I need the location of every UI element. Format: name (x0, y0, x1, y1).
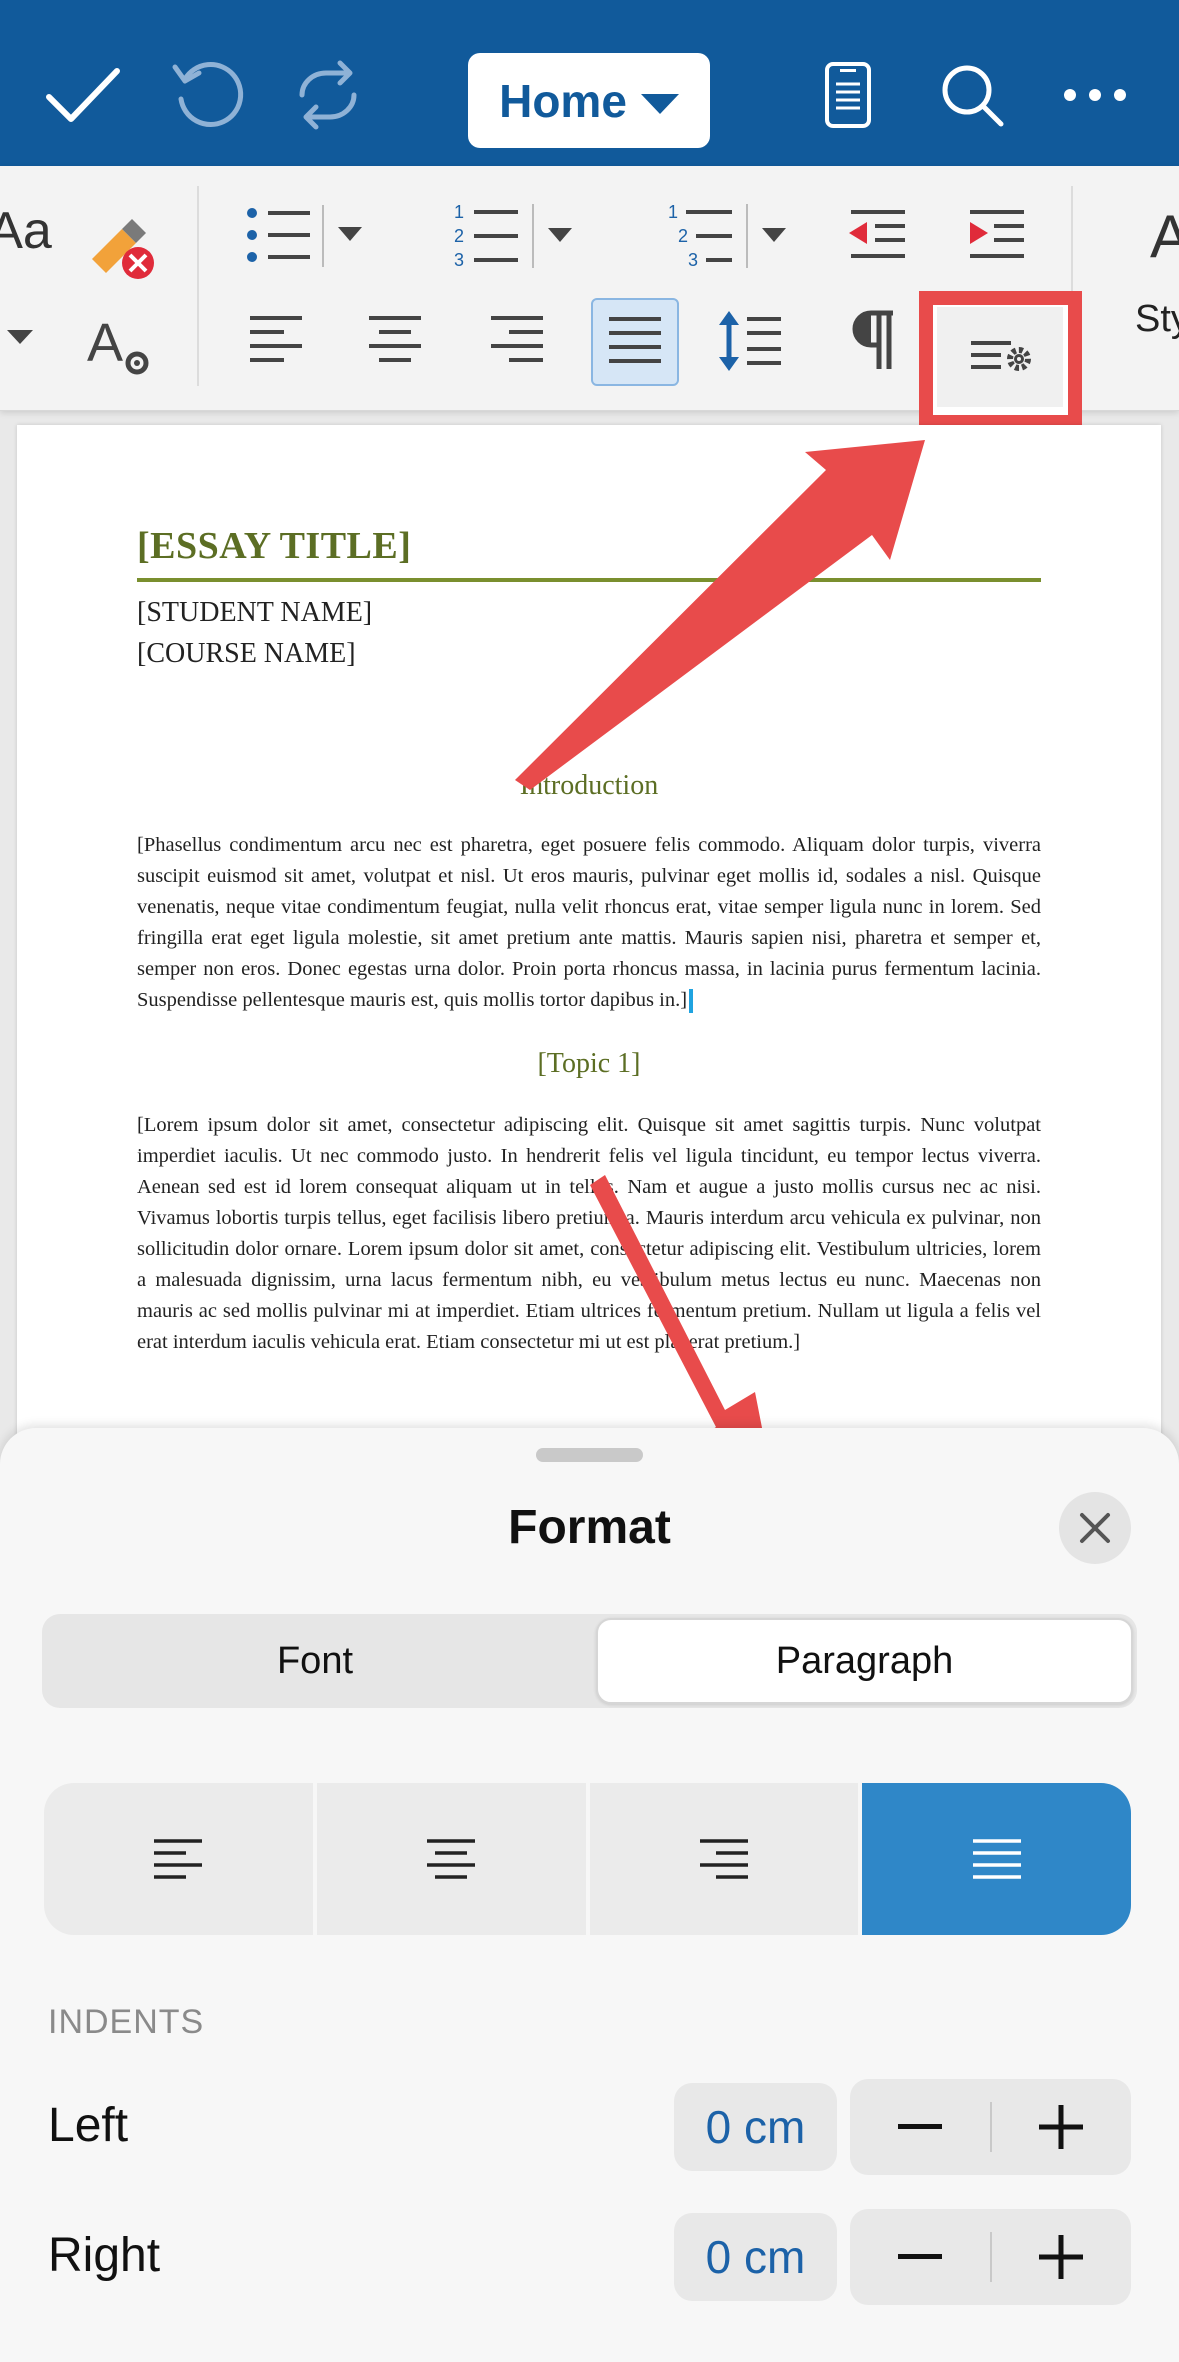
justify-icon (972, 1839, 1021, 1879)
left-indent-label: Left (48, 2099, 129, 2152)
decrease-indent-icon[interactable] (838, 196, 918, 276)
left-indent-decrease-button[interactable] (850, 2079, 990, 2175)
bullets-icon[interactable] (238, 196, 368, 276)
styles-gallery-icon[interactable]: A (1150, 196, 1179, 276)
multilevel-list-icon[interactable]: 123 (662, 196, 792, 276)
introduction-text: [Phasellus condimentum arcu nec est phar… (137, 834, 1041, 1011)
mobile-view-icon[interactable] (803, 50, 893, 140)
svg-text:3: 3 (688, 250, 698, 270)
format-tab-switcher: Font Paragraph (42, 1614, 1137, 1708)
topic-heading: [Topic 1] (537, 1048, 641, 1079)
tab-paragraph[interactable]: Paragraph (596, 1618, 1133, 1704)
paragraph-settings-button[interactable] (937, 307, 1063, 407)
left-indent-increase-button[interactable] (992, 2079, 1132, 2175)
align-left-icon[interactable] (236, 296, 316, 386)
top-toolbar: Home (0, 0, 1179, 166)
tab-font[interactable]: Font (46, 1618, 584, 1704)
course-name: [COURSE NAME] (137, 638, 356, 669)
svg-text:A: A (87, 313, 123, 373)
introduction-paragraph: [Phasellus condimentum arcu nec est phar… (137, 830, 1041, 1016)
line-spacing-icon[interactable] (710, 296, 790, 386)
title-divider (137, 578, 1041, 582)
essay-title: [ESSAY TITLE] (137, 525, 412, 567)
chevron-down-icon (640, 93, 679, 114)
indents-section-label: INDENTS (48, 2003, 205, 2041)
checkmark-icon[interactable] (38, 50, 128, 140)
clear-formatting-icon[interactable] (80, 206, 160, 286)
svg-text:1: 1 (668, 202, 678, 222)
close-icon (1080, 1513, 1110, 1543)
align-left-icon (154, 1839, 203, 1879)
right-indent-value[interactable]: 0 cm (674, 2213, 837, 2301)
justify-icon[interactable] (591, 298, 679, 386)
increase-indent-icon[interactable] (957, 196, 1037, 276)
search-icon[interactable] (927, 50, 1017, 140)
text-cursor (689, 989, 694, 1014)
align-center-icon (427, 1839, 476, 1879)
right-indent-label: Right (48, 2229, 161, 2282)
align-right-icon (699, 1839, 748, 1879)
more-options-icon[interactable] (1050, 50, 1140, 140)
plus-icon (1039, 2235, 1084, 2279)
svg-text:3: 3 (454, 250, 464, 270)
introduction-heading: Introduction (519, 770, 659, 801)
numbering-icon[interactable]: 1 2 3 (448, 196, 578, 276)
sheet-title: Format (508, 1501, 671, 1554)
show-formatting-marks-icon[interactable] (834, 296, 914, 386)
home-tab-dropdown[interactable]: Home (468, 53, 710, 148)
text-effects-icon[interactable]: A (80, 306, 160, 386)
align-center-icon[interactable] (355, 296, 435, 386)
topic-paragraph: [Lorem ipsum dolor sit amet, consectetur… (137, 1114, 1041, 1353)
align-justify-button[interactable] (862, 1783, 1131, 1935)
text-style-aa-icon[interactable]: Aa (0, 196, 52, 266)
svg-text:2: 2 (454, 226, 464, 246)
redo-icon[interactable] (283, 50, 373, 140)
word-app-screen: Home Aa A 123 123 A St [ESSAY TITLE] [ST… (0, 0, 1179, 2362)
align-right-icon[interactable] (477, 296, 557, 386)
minus-icon (897, 2124, 942, 2129)
document-content[interactable]: [ESSAY TITLE] [STUDENT NAME] [COURSE NAM… (137, 520, 1041, 1358)
svg-text:2: 2 (678, 226, 688, 246)
ribbon-divider (197, 186, 199, 386)
paragraph-settings-icon (971, 341, 1031, 371)
right-indent-decrease-button[interactable] (850, 2209, 990, 2305)
right-indent-stepper (850, 2209, 1131, 2305)
minus-icon (897, 2254, 942, 2259)
paragraph-alignment-control (44, 1783, 1131, 1935)
home-tab-label: Home (499, 74, 627, 127)
left-indent-stepper (850, 2079, 1131, 2175)
svg-text:1: 1 (454, 202, 464, 222)
styles-label[interactable]: Sty (1135, 298, 1179, 341)
align-right-button[interactable] (589, 1783, 859, 1935)
dropdown-arrow-icon[interactable] (0, 296, 40, 376)
align-center-button[interactable] (316, 1783, 586, 1935)
left-indent-value[interactable]: 0 cm (674, 2083, 837, 2171)
align-left-button[interactable] (44, 1783, 313, 1935)
close-button[interactable] (1059, 1492, 1131, 1564)
sheet-grabber[interactable] (536, 1448, 643, 1462)
undo-icon[interactable] (162, 50, 252, 140)
student-name: [STUDENT NAME] (137, 597, 373, 628)
right-indent-increase-button[interactable] (992, 2209, 1132, 2305)
plus-icon (1039, 2105, 1084, 2149)
